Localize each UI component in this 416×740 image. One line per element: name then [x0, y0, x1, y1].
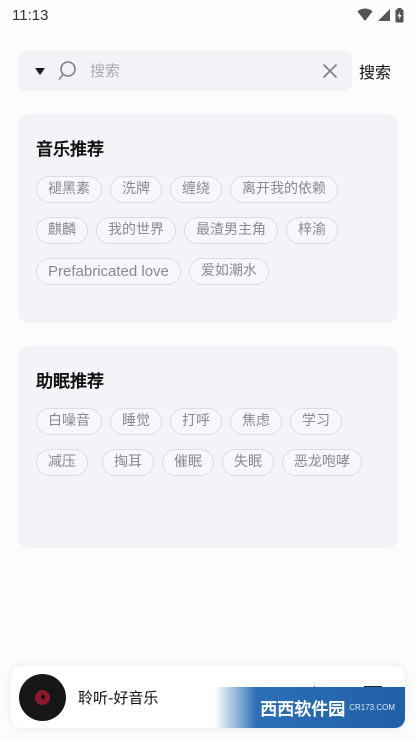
search-box: [18, 51, 352, 91]
music-tag[interactable]: 梓渝: [286, 217, 338, 244]
search-button[interactable]: 搜索: [359, 59, 391, 83]
status-bar: 11:13: [0, 0, 416, 30]
battery-icon: [395, 7, 404, 22]
sleep-tag-list: 白噪音 睡觉 打呼 焦虑 学习 减压 掏耳 催眠 失眠 恶龙咆哮: [36, 408, 386, 476]
sleep-tag[interactable]: 失眠: [222, 449, 274, 476]
music-tag[interactable]: 洗牌: [110, 176, 162, 203]
search-input[interactable]: [90, 62, 320, 80]
music-recommend-card: 音乐推荐 褪黑素 洗牌 缠绕 离开我的依赖 麒麟 我的世界 最渣男主角 梓渝 P…: [18, 114, 398, 323]
wifi-icon: [357, 8, 373, 21]
status-icons: [357, 7, 404, 23]
watermark-subtext: CR173.COM: [349, 703, 395, 712]
mini-player[interactable]: 聆听-好音乐 西西软件园 CR173.COM: [11, 666, 405, 728]
status-time: 11:13: [12, 6, 49, 24]
watermark-logo: 西西软件园 CR173.COM: [215, 687, 405, 728]
sleep-recommend-card: 助眠推荐 白噪音 睡觉 打呼 焦虑 学习 减压 掏耳 催眠 失眠 恶龙咆哮: [18, 346, 398, 548]
music-tag-list: 褪黑素 洗牌 缠绕 离开我的依赖 麒麟 我的世界 最渣男主角 梓渝 Prefab…: [36, 176, 386, 285]
music-tag[interactable]: 缠绕: [170, 176, 222, 203]
sleep-tag[interactable]: 睡觉: [110, 408, 162, 435]
sleep-tag[interactable]: 减压: [36, 449, 88, 476]
music-tag[interactable]: 麒麟: [36, 217, 88, 244]
sleep-recommend-title: 助眠推荐: [36, 372, 104, 392]
sleep-tag[interactable]: 掏耳: [102, 449, 154, 476]
music-tag[interactable]: 我的世界: [96, 217, 176, 244]
search-row: 搜索: [18, 51, 398, 91]
music-recommend-title: 音乐推荐: [36, 140, 104, 160]
sleep-tag[interactable]: 学习: [290, 408, 342, 435]
music-tag[interactable]: 离开我的依赖: [230, 176, 338, 203]
cell-signal-icon: [378, 9, 390, 21]
music-tag[interactable]: 爱如潮水: [188, 258, 269, 285]
sleep-tag[interactable]: 恶龙咆哮: [282, 449, 362, 476]
sleep-tag[interactable]: 催眠: [162, 449, 214, 476]
search-icon: [58, 60, 80, 82]
music-tag[interactable]: 最渣男主角: [184, 217, 278, 244]
close-icon[interactable]: [320, 61, 340, 81]
dropdown-arrow-icon[interactable]: [32, 63, 48, 79]
watermark-text: 西西软件园: [260, 700, 346, 719]
sleep-tag[interactable]: 焦虑: [230, 408, 282, 435]
album-disc-icon: [19, 673, 66, 721]
music-tag[interactable]: Prefabricated love: [36, 258, 181, 285]
sleep-tag[interactable]: 白噪音: [36, 408, 102, 435]
player-title: 聆听-好音乐: [78, 688, 159, 707]
sleep-tag[interactable]: 打呼: [170, 408, 222, 435]
music-tag[interactable]: 褪黑素: [36, 176, 102, 203]
